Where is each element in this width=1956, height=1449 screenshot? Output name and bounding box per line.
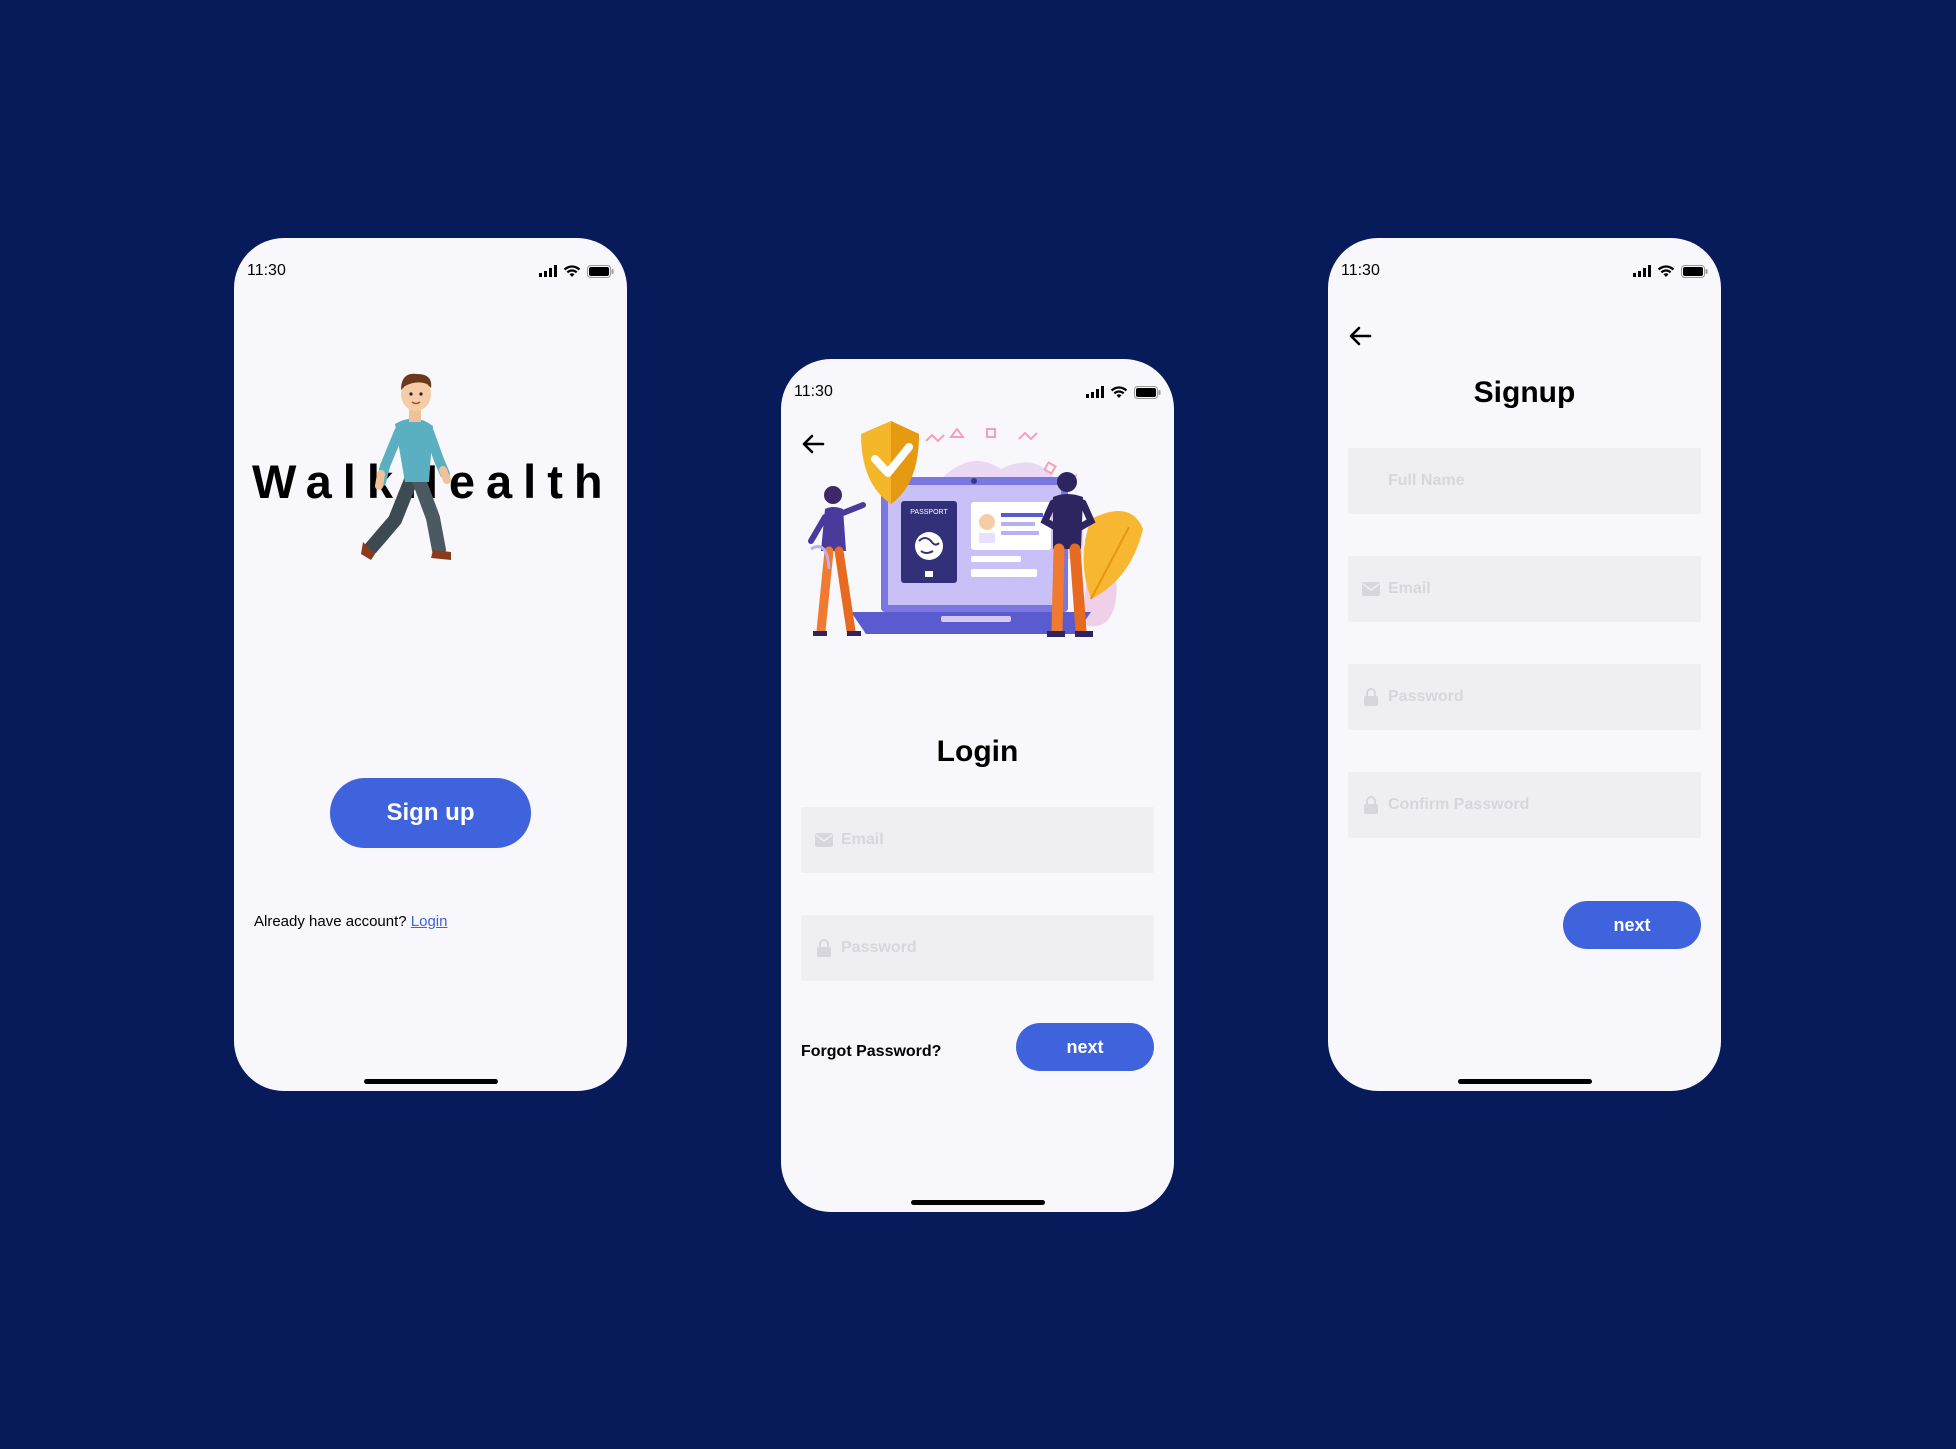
passport-label: PASSPORT (910, 509, 948, 516)
status-bar: 11:30 (247, 259, 614, 283)
page-title: Signup (1473, 376, 1576, 409)
battery-icon (1681, 264, 1708, 278)
lock-icon (1362, 796, 1380, 814)
battery-icon (587, 264, 614, 278)
wifi-icon (1657, 264, 1675, 277)
password-field[interactable]: Password (1348, 664, 1701, 730)
home-indicator[interactable] (1457, 1079, 1592, 1084)
status-time: 11:30 (247, 262, 286, 279)
login-link[interactable]: Login (411, 913, 448, 930)
wifi-icon (563, 264, 581, 277)
next-button[interactable]: next (1563, 901, 1701, 949)
status-time: 11:30 (1341, 262, 1380, 279)
mail-icon (815, 831, 833, 849)
signal-icon (539, 265, 557, 277)
home-indicator[interactable] (910, 1200, 1045, 1205)
status-bar: 11:30 (794, 380, 1161, 404)
confirm-password-placeholder: Confirm Password (1388, 796, 1530, 813)
security-illustration: PASSPORT (808, 421, 1143, 637)
signup-button[interactable]: Sign up (330, 778, 531, 848)
full-name-placeholder: Full Name (1388, 472, 1465, 489)
mail-icon (1362, 580, 1380, 598)
status-bar: 11:30 (1341, 259, 1708, 283)
email-field[interactable]: Email (801, 807, 1154, 873)
home-indicator[interactable] (363, 1079, 498, 1084)
page-title: Login (936, 735, 1019, 768)
battery-icon (1134, 385, 1161, 399)
back-arrow-icon[interactable] (1346, 322, 1374, 350)
welcome-screen: 11:30 WalkHealth Sign up Already have ac… (234, 238, 627, 1091)
status-time: 11:30 (794, 383, 833, 400)
forgot-password-link[interactable]: Forgot Password? (801, 1043, 941, 1061)
wifi-icon (1110, 385, 1128, 398)
full-name-field[interactable]: Full Name (1348, 448, 1701, 514)
email-placeholder: Email (841, 831, 884, 848)
password-placeholder: Password (841, 939, 917, 956)
signal-icon (1633, 265, 1651, 277)
login-prompt: Already have account? Login (254, 913, 447, 930)
signal-icon (1086, 386, 1104, 398)
already-account-text: Already have account? (254, 913, 407, 930)
lock-icon (1362, 688, 1380, 706)
confirm-password-field[interactable]: Confirm Password (1348, 772, 1701, 838)
app-logo: WalkHealth (252, 370, 612, 590)
email-placeholder: Email (1388, 580, 1431, 597)
email-field[interactable]: Email (1348, 556, 1701, 622)
walking-man-illustration (361, 373, 451, 560)
password-field[interactable]: Password (801, 915, 1154, 981)
signup-screen: 11:30 Signup Full Name Email Password Co… (1328, 238, 1721, 1091)
login-screen: 11:30 PASSPORT Login Email Password Forg… (781, 359, 1174, 1212)
password-placeholder: Password (1388, 688, 1464, 705)
lock-icon (815, 939, 833, 957)
next-button[interactable]: next (1016, 1023, 1154, 1071)
